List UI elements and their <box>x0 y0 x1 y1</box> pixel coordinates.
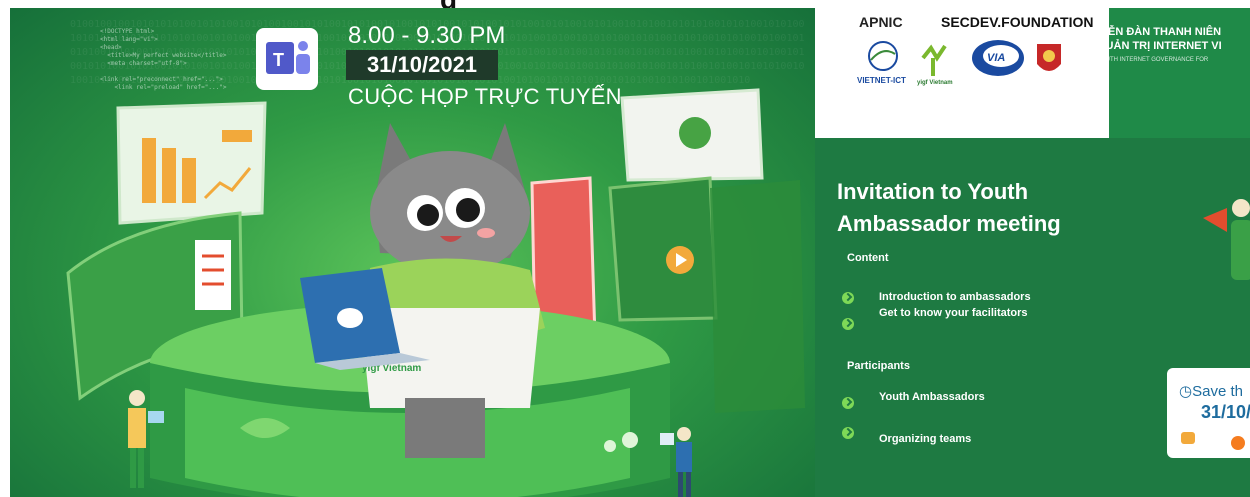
event-date: 31/10/2021 <box>346 50 498 80</box>
event-illustration: 0100100100101010101001010100101010010010… <box>10 8 815 497</box>
scene-graphics: yigf Vietnam T <box>66 28 805 497</box>
invitation-title-line1: Invitation to Youth <box>837 179 1029 204</box>
forum-subtitle: YOUTH INTERNET GOVERNANCE FOR <box>1097 57 1209 63</box>
university-crest-logo <box>1037 44 1061 71</box>
content-item: Get to know your facilitators <box>879 307 1028 319</box>
via-logo: VIA <box>972 40 1024 76</box>
forum-title-line2: QUẢN TRỊ INTERNET VI <box>1097 40 1222 52</box>
slide: g 01001001001010101010010101001010100100… <box>0 0 1250 497</box>
partner-logos: APNIC SECDEV.FOUNDATION VIA VIETNET-ICT … <box>815 8 1109 138</box>
invitation-title-line2: Ambassador meeting <box>837 211 1061 236</box>
yigf-logo <box>921 44 947 76</box>
bar-chart-screen <box>116 101 267 225</box>
svg-text:T: T <box>273 50 284 70</box>
check-bullet-icon <box>842 292 854 304</box>
cat-mascot: yigf Vietnam <box>360 123 545 458</box>
forum-title-line1: DIỄN ĐÀN THANH NIÊN <box>1097 26 1222 38</box>
save-the-date-label: ◷Save th <box>1179 383 1243 400</box>
invitation-title: Invitation to Youth Ambassador meeting <box>837 176 1107 240</box>
yigf-caption: yigf Vietnam <box>917 80 953 86</box>
vietnet-ict-logo <box>868 41 898 71</box>
vietnet-caption: VIETNET-ICT <box>857 76 906 85</box>
calendar-icon <box>1181 432 1195 444</box>
sticker-icon <box>1231 436 1245 450</box>
megaphone-icon <box>1203 208 1227 232</box>
check-bullet-icon <box>842 397 854 409</box>
content-heading: Content <box>847 252 889 264</box>
participant-item: Youth Ambassadors <box>879 391 985 403</box>
participants-heading: Participants <box>847 360 910 372</box>
save-the-date-date: 31/10/ <box>1201 402 1250 422</box>
content-item: Introduction to ambassadors <box>879 291 1031 303</box>
participant-item: Organizing teams <box>879 433 972 445</box>
save-the-date-card: ◷Save th 31/10/ <box>1167 368 1250 458</box>
meeting-format: CUỘC HỌP TRỰC TUYẾN <box>348 84 622 109</box>
via-logo-text: VIA <box>987 52 1005 64</box>
check-bullet-icon <box>842 427 854 439</box>
microsoft-teams-icon: T <box>256 28 318 90</box>
check-bullet-icon <box>842 318 854 330</box>
megaphone-figure <box>1203 199 1250 280</box>
partner-logo-marks: VIA <box>868 40 1061 76</box>
event-time: 8.00 - 9.30 PM <box>348 22 506 49</box>
invitation-panel: APNIC SECDEV.FOUNDATION VIA VIETNET-ICT … <box>815 8 1250 497</box>
